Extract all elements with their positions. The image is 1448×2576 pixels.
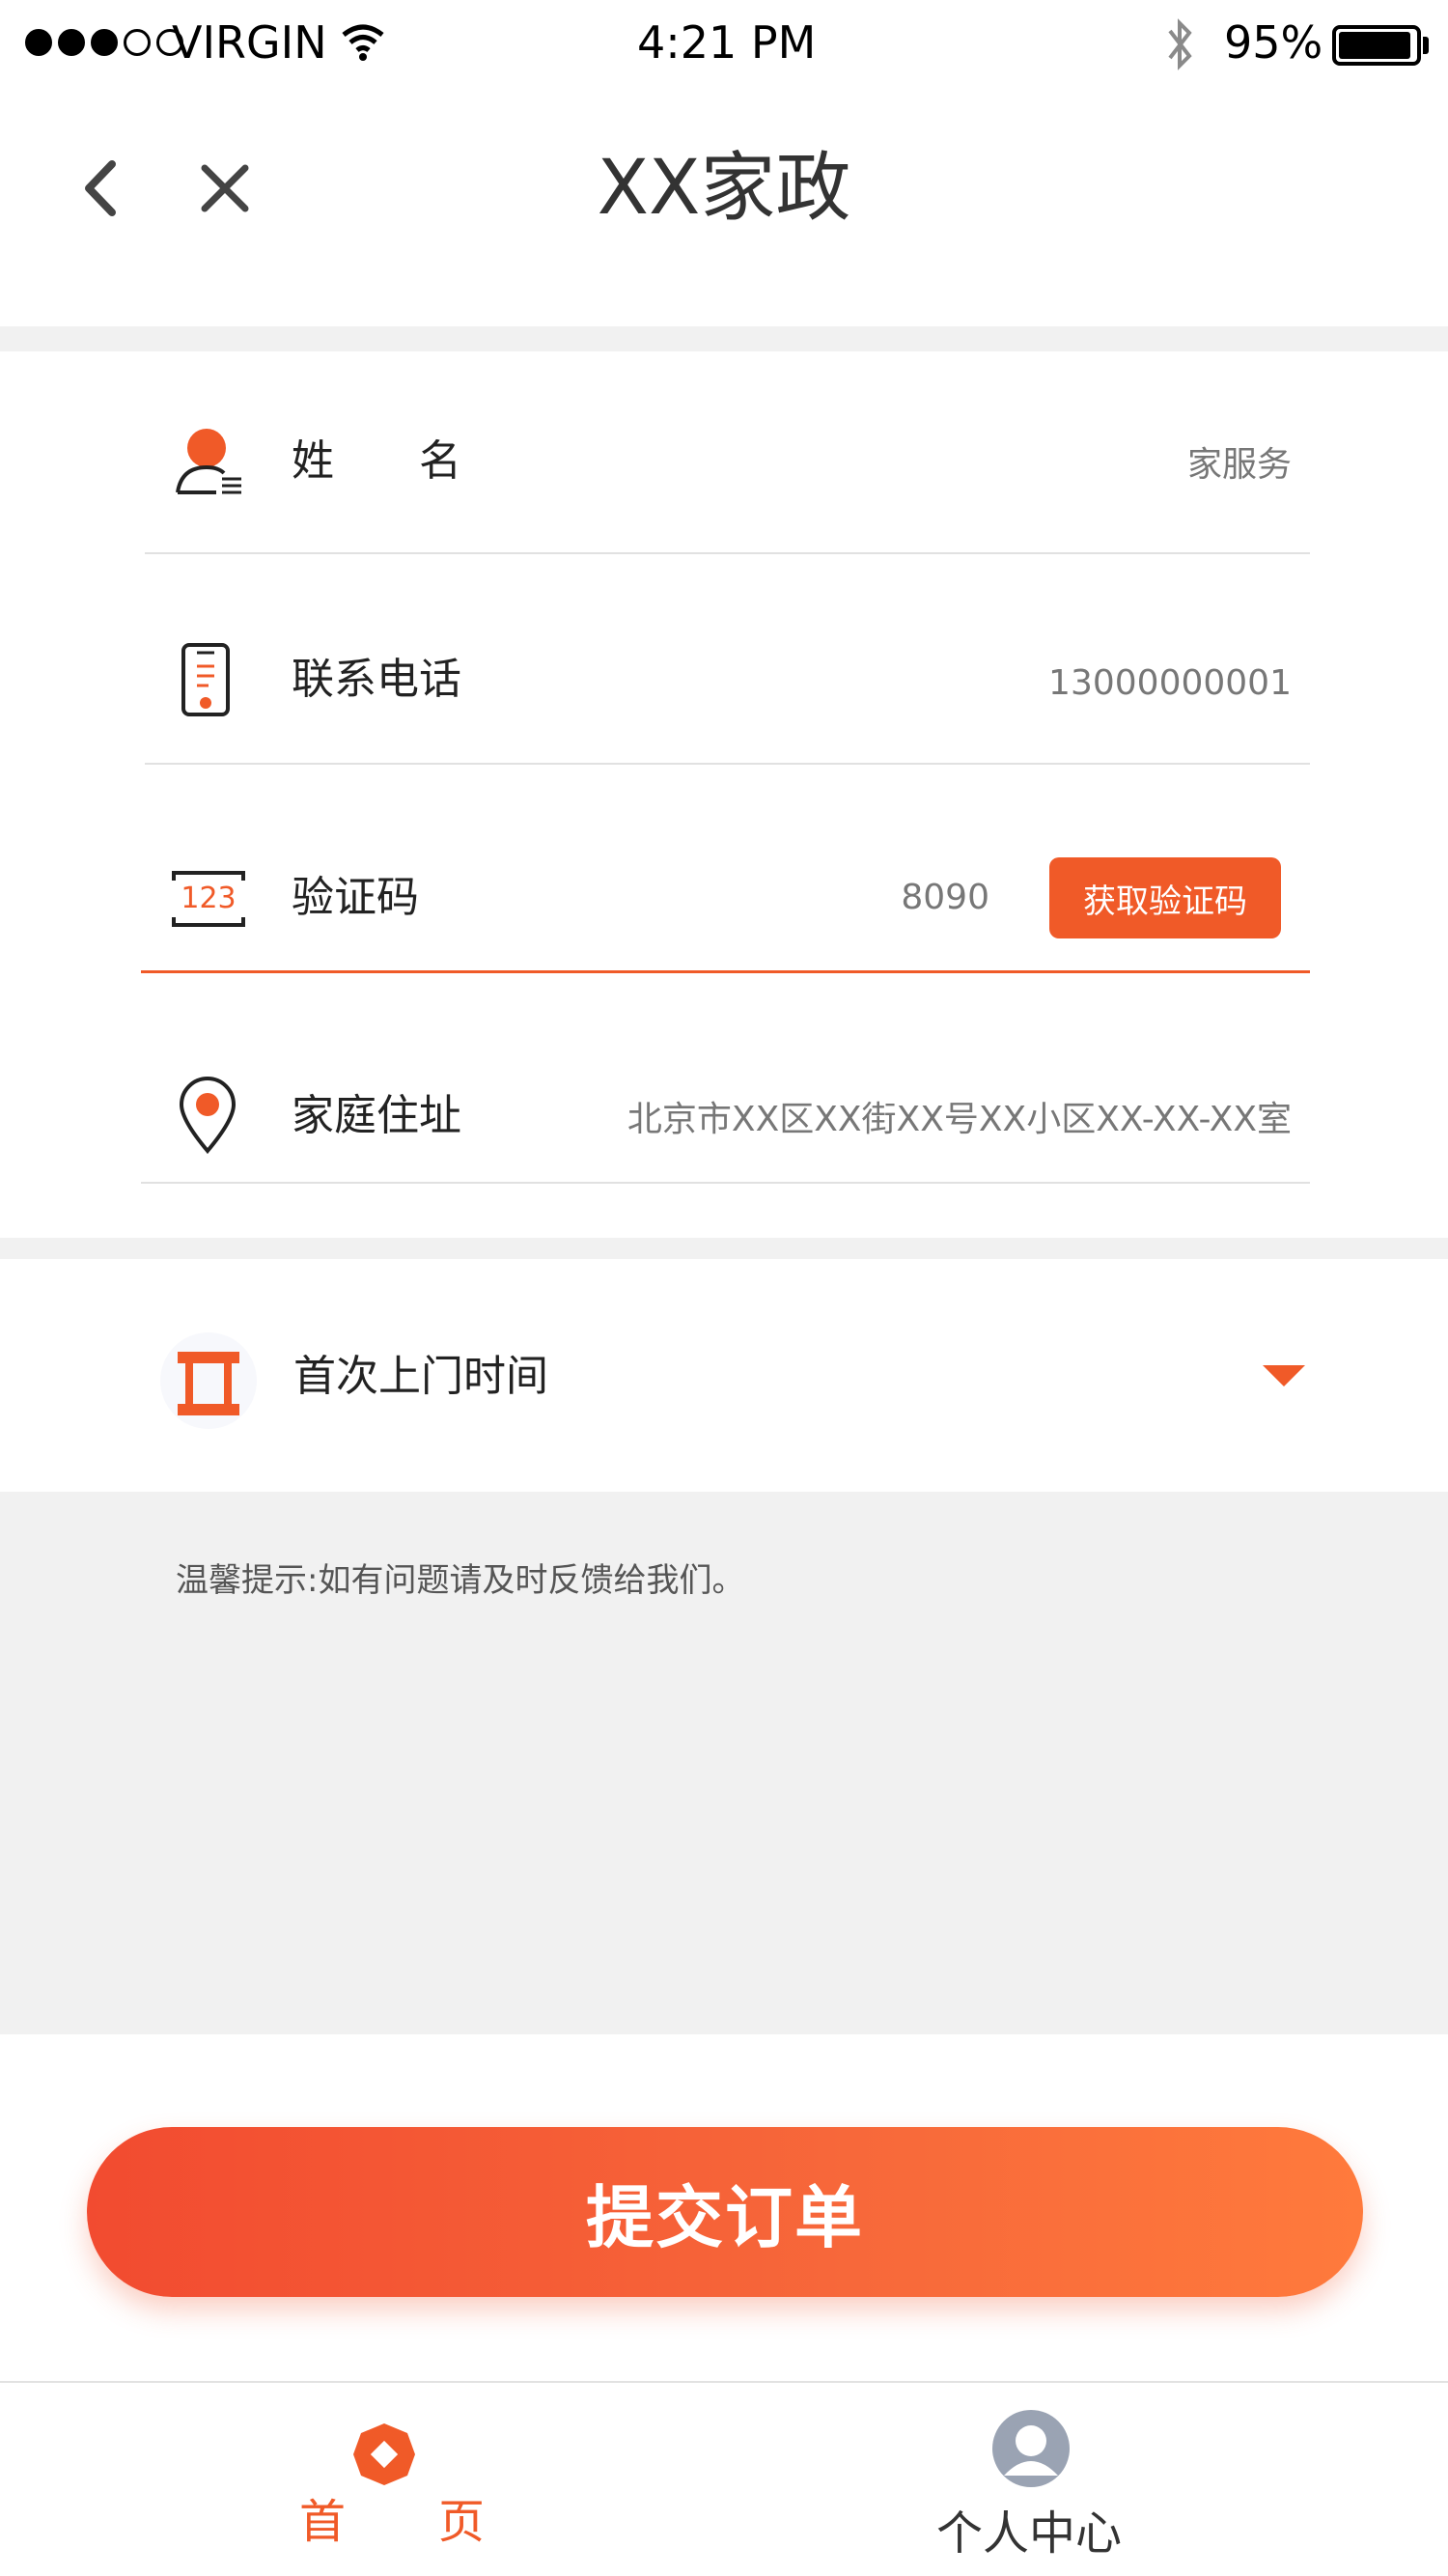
tab-profile-label: 个人中心 [936,2506,1123,2561]
section-divider [0,1238,1448,1259]
row-divider [145,763,1310,765]
row-divider [141,1182,1310,1184]
code-icon-text: 123 [181,882,236,915]
page-title: XX家政 [597,145,851,232]
battery-percent: 95% [1224,16,1323,69]
name-input[interactable]: 家服务 [869,436,1292,494]
bluetooth-icon [1168,18,1192,70]
location-pin-icon [176,1076,239,1155]
name-label: 姓 名 [292,436,461,486]
code-icon: 123 [170,867,247,931]
visit-time-label: 首次上门时间 [293,1352,548,1401]
visit-time-dropdown[interactable] [1255,1352,1313,1400]
user-icon [170,425,247,502]
calendar-icon [160,1332,257,1429]
wifi-icon [342,24,384,61]
tab-home[interactable]: 首 页 [270,2381,502,2576]
phone-icon [176,641,237,720]
get-code-button[interactable]: 获取验证码 [1049,857,1281,938]
address-label: 家庭住址 [292,1091,461,1140]
phone-label: 联系电话 [292,655,461,704]
code-label: 验证码 [292,873,419,922]
signal-strength-icon [25,29,183,56]
code-focus-underline [141,970,1310,973]
tabbar-divider [0,2381,1448,2383]
home-icon [353,2423,415,2485]
profile-icon [992,2410,1070,2487]
clock-time: 4:21 PM [637,16,817,69]
status-bar: VIRGIN 4:21 PM 95% [0,0,1448,87]
address-input[interactable]: 北京市XX区XX街XX号XX小区XX-XX-XX室 [579,1091,1292,1149]
battery-icon [1332,25,1421,66]
battery-tip [1423,37,1429,54]
section-divider [0,326,1448,351]
caret-down-icon [1263,1365,1305,1386]
code-input[interactable]: 8090 [792,869,989,927]
carrier-name: VIRGIN [172,16,327,69]
tab-home-label: 首 页 [299,2495,486,2549]
phone-input[interactable]: 13000000001 [869,655,1292,713]
row-divider [145,552,1310,554]
tab-profile[interactable]: 个人中心 [917,2381,1149,2576]
submit-order-button[interactable]: 提交订单 [87,2127,1363,2297]
tip-text: 温馨提示:如有问题请及时反馈给我们。 [176,1561,745,1600]
